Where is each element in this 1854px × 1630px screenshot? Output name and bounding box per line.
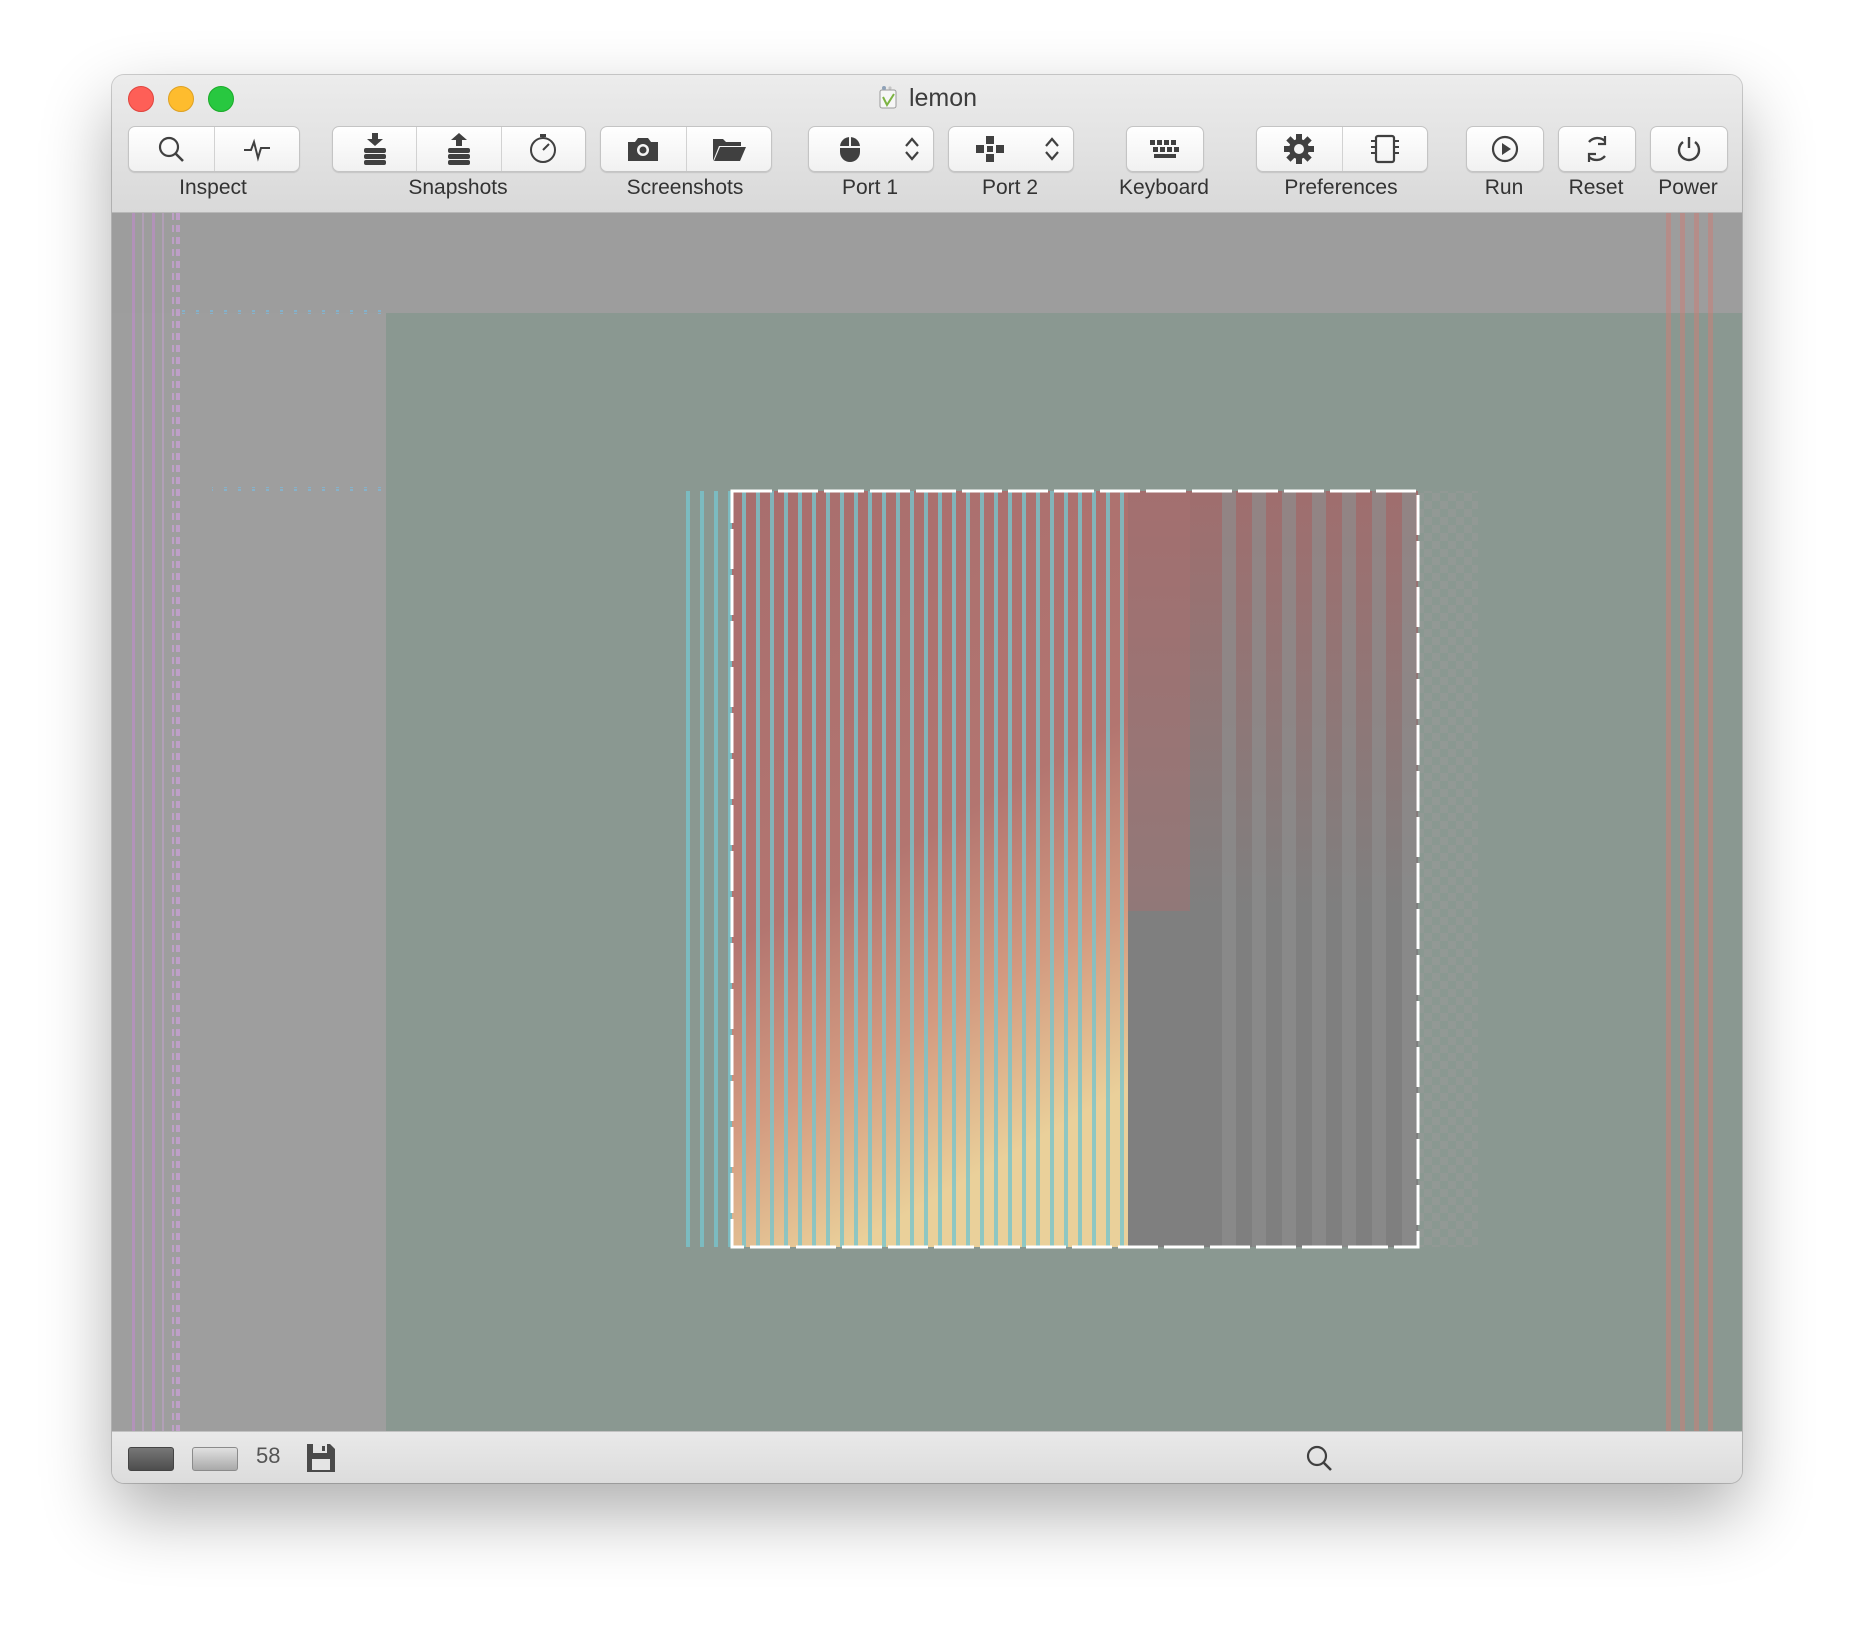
gear-icon: [1283, 133, 1315, 165]
port2-label: Port 2: [981, 176, 1039, 199]
port1-chevron[interactable]: [892, 127, 933, 171]
lemon-app-icon: [877, 85, 899, 109]
window-title: lemon: [112, 84, 1742, 113]
restore-snapshot-button[interactable]: [417, 127, 502, 171]
take-screenshot-button[interactable]: [601, 127, 687, 171]
open-screenshots-button[interactable]: [687, 127, 772, 171]
power-segment[interactable]: [1651, 127, 1727, 171]
preferences-button[interactable]: [1257, 127, 1343, 171]
monitor-button[interactable]: [215, 127, 300, 171]
keyboard-icon: [1148, 137, 1182, 161]
reset-icon: [1581, 133, 1613, 165]
emulator-screen[interactable]: [112, 213, 1742, 1431]
power-button[interactable]: [1650, 126, 1728, 172]
power-label: Power: [1658, 176, 1718, 199]
status-bar: 58: [112, 1431, 1742, 1483]
hardware-preferences-button[interactable]: [1343, 127, 1428, 171]
restore-snapshot-icon: [444, 133, 474, 165]
port1-label: Port 1: [841, 176, 899, 199]
run-button[interactable]: [1466, 126, 1544, 172]
chip-icon: [1370, 133, 1400, 165]
run-segment[interactable]: [1467, 127, 1543, 171]
emulator-canvas: [112, 213, 1742, 1431]
snapshots-label: Snapshots: [408, 176, 508, 199]
take-snapshot-icon: [360, 133, 390, 165]
emulator-window: lemon Inspect Snapshots Screenshots Port…: [112, 75, 1742, 1483]
title-toolbar: lemon Inspect Snapshots Screenshots Port…: [112, 75, 1742, 213]
updown-chevron-icon: [1044, 135, 1060, 163]
joystick-icon: [975, 134, 1005, 164]
activity-monitor-icon: [242, 134, 272, 164]
play-icon: [1490, 134, 1520, 164]
reset-segment[interactable]: [1559, 127, 1635, 171]
port1-device[interactable]: [809, 127, 892, 171]
magnifier-icon[interactable]: [1304, 1443, 1334, 1478]
port1-popup[interactable]: [808, 126, 934, 172]
drive-2-icon[interactable]: [192, 1447, 238, 1471]
screenshots-group: [600, 126, 772, 172]
mouse-icon: [838, 134, 862, 164]
folder-icon: [711, 135, 747, 163]
inspect-label: Inspect: [179, 176, 247, 199]
inspect-button[interactable]: [129, 127, 215, 171]
keyboard-label: Keyboard: [1119, 176, 1209, 199]
updown-chevron-icon: [904, 135, 920, 163]
port2-device[interactable]: [949, 127, 1032, 171]
screenshots-label: Screenshots: [626, 176, 744, 199]
power-icon: [1674, 134, 1704, 164]
reset-button[interactable]: [1558, 126, 1636, 172]
window-title-text: lemon: [908, 84, 978, 112]
preferences-group: [1256, 126, 1428, 172]
port2-popup[interactable]: [948, 126, 1074, 172]
keyboard-segment[interactable]: [1127, 127, 1203, 171]
snapshots-group: [332, 126, 586, 172]
fps-counter: 58: [256, 1443, 281, 1468]
take-snapshot-button[interactable]: [333, 127, 418, 171]
port2-chevron[interactable]: [1032, 127, 1073, 171]
snapshot-timer-button[interactable]: [502, 127, 585, 171]
inspect-group: [128, 126, 300, 172]
snapshot-timer-icon: [527, 133, 559, 165]
keyboard-button[interactable]: [1126, 126, 1204, 172]
drive-1-icon[interactable]: [128, 1447, 174, 1471]
magnifier-icon: [156, 134, 186, 164]
save-disk-icon[interactable]: [304, 1441, 338, 1480]
preferences-label: Preferences: [1284, 176, 1398, 199]
camera-icon: [626, 135, 660, 163]
